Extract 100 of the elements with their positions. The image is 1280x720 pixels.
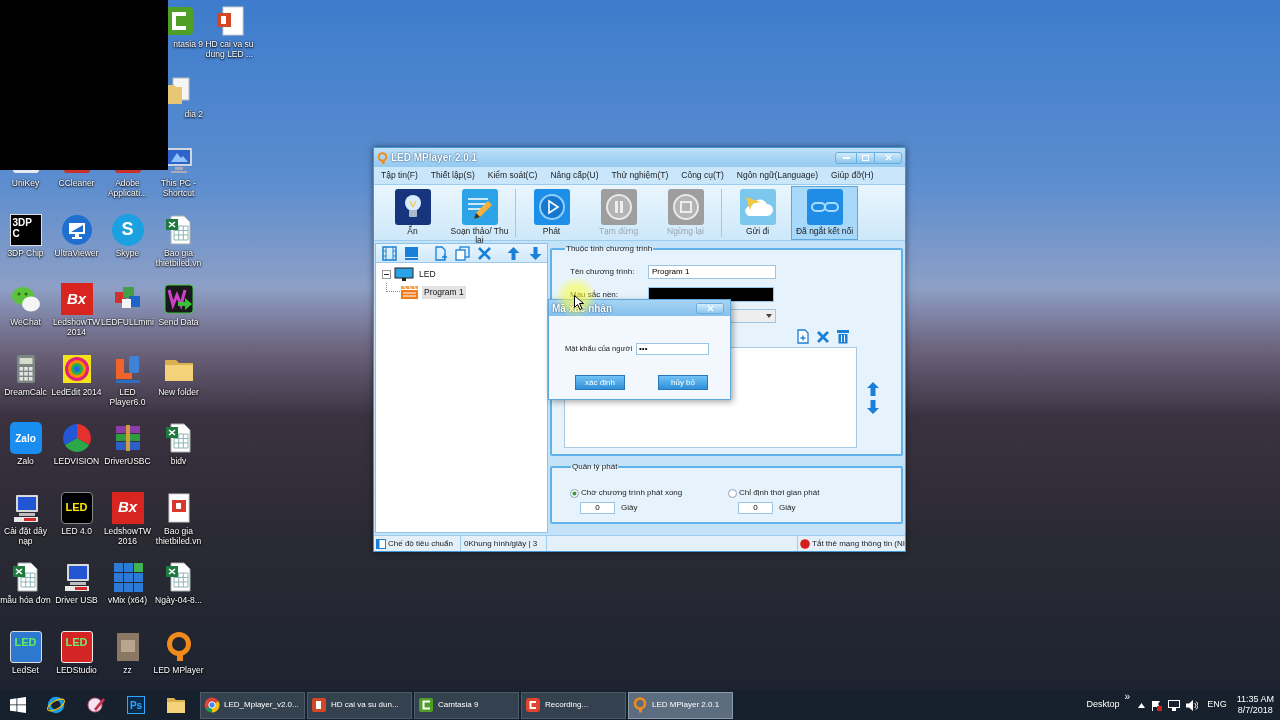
overflow-chevron[interactable]: » — [1124, 691, 1131, 703]
chain-link-icon — [806, 188, 843, 225]
toolbar-button[interactable]: Gửi đi — [724, 185, 791, 240]
menu-item[interactable]: Nâng cấp(U) — [550, 169, 599, 182]
start-icon[interactable] — [10, 697, 26, 713]
taskbar-button[interactable]: HD cai va su dun... — [307, 691, 412, 719]
group-title: Quản lý phát — [571, 461, 619, 473]
clock-time[interactable]: 11:35 AM — [1236, 694, 1274, 705]
status-dot-icon — [800, 538, 811, 549]
desktop-icon-label: Adobe Applicati... — [106, 178, 149, 198]
app-logo[interactable]: Bx — [60, 283, 93, 315]
desktop-icon-label: DreamCalc — [4, 386, 47, 397]
presentation-app-icon — [311, 697, 327, 713]
ring-logo-icon — [632, 697, 648, 713]
down-arrow-icon[interactable] — [528, 245, 543, 261]
radio-button[interactable] — [570, 488, 579, 498]
network-icon[interactable] — [1168, 699, 1181, 711]
maximize-icon — [862, 154, 869, 161]
stop-icon — [667, 188, 704, 225]
brush-app-icon[interactable] — [86, 695, 106, 715]
desktop-icon-label: LED 4.0 — [61, 525, 92, 536]
folder-icon[interactable] — [166, 696, 186, 714]
screen-icon[interactable] — [404, 245, 419, 261]
desktop-icon-label: CCleaner — [58, 178, 95, 188]
desktop-icon-label: UniKey — [11, 178, 40, 188]
up-arrow-icon[interactable] — [506, 245, 521, 261]
desktop-icon-label: DriverUSBC — [104, 456, 151, 466]
seconds-field[interactable]: 0 — [738, 502, 773, 514]
add-page-icon[interactable] — [796, 329, 810, 344]
delete-icon[interactable] — [477, 245, 492, 261]
desktop-icon-label: New folder — [158, 386, 199, 397]
menu-item[interactable]: Công cụ(T) — [681, 169, 724, 182]
menu-item[interactable]: Ngôn ngữ(Language) — [736, 169, 819, 182]
status-text: Chế độ tiêu chuẩn — [388, 537, 453, 550]
toolbar-button[interactable]: Đã ngắt kết nối — [791, 185, 858, 240]
close-icon — [706, 304, 714, 312]
desktop-icon-label: LED Player6.0 — [108, 386, 147, 407]
desktop-icon-label: Zalo — [17, 456, 34, 466]
desktop-icon-label: This PC - Shortcut — [159, 178, 198, 198]
taskbar-button[interactable]: Recording... — [521, 691, 626, 719]
desktop-icon-label: zz — [123, 664, 132, 675]
group-title: Thuộc tính chương trình — [565, 243, 654, 255]
clock-date[interactable]: 8/7/2018 — [1237, 705, 1273, 716]
collapse-toggle-icon[interactable] — [382, 270, 391, 279]
tree-connector-line — [386, 283, 400, 292]
menu-item[interactable]: Kiểm soát(C) — [487, 169, 538, 182]
record-app-icon — [525, 697, 541, 713]
trash-icon[interactable] — [836, 329, 850, 344]
taskbar-button[interactable]: LED_Mplayer_v2.0... — [200, 691, 305, 719]
radio-label: Chỉ định thời gian phát — [739, 487, 820, 499]
add-page-icon[interactable] — [433, 245, 448, 261]
toolbar-button[interactable]: Phát — [518, 185, 585, 240]
down-arrow-icon[interactable] — [867, 399, 879, 414]
desktop-icon-label: WeChat — [10, 317, 41, 327]
radio-button[interactable] — [728, 488, 737, 498]
desktop-toolbar-label[interactable]: Desktop — [1086, 698, 1120, 712]
delete-icon[interactable] — [816, 329, 830, 344]
language-indicator[interactable]: ENG — [1207, 698, 1227, 712]
desktop-icon-label: bidv — [170, 456, 187, 466]
password-field[interactable]: ••• — [636, 343, 710, 355]
speaker-icon[interactable] — [1186, 699, 1199, 711]
desktop-icon-label: Send Data — [158, 317, 199, 327]
seconds-field[interactable]: 0 — [580, 502, 615, 514]
color-wheel-icon[interactable] — [60, 422, 93, 454]
minimize-icon — [842, 156, 850, 159]
app-logo[interactable]: Ps — [127, 696, 145, 714]
desktop-icon-label: mẫu hóa đơn — [0, 595, 51, 605]
film-strip-icon[interactable] — [382, 245, 397, 261]
tree-item[interactable]: LED — [417, 268, 438, 281]
desktop-icon-label: Ngày-04-8... — [155, 595, 202, 605]
desktop-icon-label: LED MPlayer — [153, 664, 204, 675]
program-name-field[interactable]: Program 1 — [648, 265, 776, 279]
browser-icon[interactable] — [46, 695, 66, 715]
ring-logo-icon — [377, 151, 388, 164]
taskbar-button[interactable]: LED MPlayer 2.0.1 — [628, 691, 733, 719]
tile-grid-icon[interactable] — [111, 561, 144, 593]
desktop-icon-label: 3DP Chip — [7, 247, 44, 258]
toolbar-button[interactable]: Ẩn — [379, 185, 446, 240]
caret-down-icon — [766, 314, 772, 318]
copy-pages-icon[interactable] — [455, 245, 470, 261]
desktop-icon-label: Bao gia thietbiled.vn — [154, 247, 203, 268]
unit-label: Giây — [779, 502, 796, 514]
desktop-icon-label: Driver USB — [55, 595, 98, 605]
flag-icon[interactable] — [1151, 699, 1163, 711]
up-arrow-icon[interactable] — [867, 381, 879, 396]
up-caret-icon[interactable] — [1138, 702, 1146, 708]
menu-item[interactable]: Thử nghiệm(T) — [611, 169, 669, 182]
radio-label: Chờ chương trình phát xong — [581, 487, 683, 499]
desktop-icon-label: HD cai va su dung LED ... — [204, 39, 255, 59]
tree-item[interactable]: Program 1 — [422, 286, 466, 299]
monitor-circle-icon[interactable] — [60, 213, 93, 246]
arrow-logo-icon[interactable] — [162, 283, 195, 315]
desktop-icon-label: ntasia 9 — [173, 39, 203, 49]
menu-item[interactable]: Tập tin(F) — [381, 169, 418, 182]
unit-label: Giây — [621, 502, 638, 514]
bracket-logo-icon — [418, 697, 434, 713]
menu-item[interactable]: Thiết lập(S) — [430, 169, 475, 182]
taskbar-button[interactable]: Camtasia 9 — [414, 691, 519, 719]
close-icon — [884, 154, 892, 161]
menu-item[interactable]: Giúp đỡ(H) — [831, 169, 874, 182]
